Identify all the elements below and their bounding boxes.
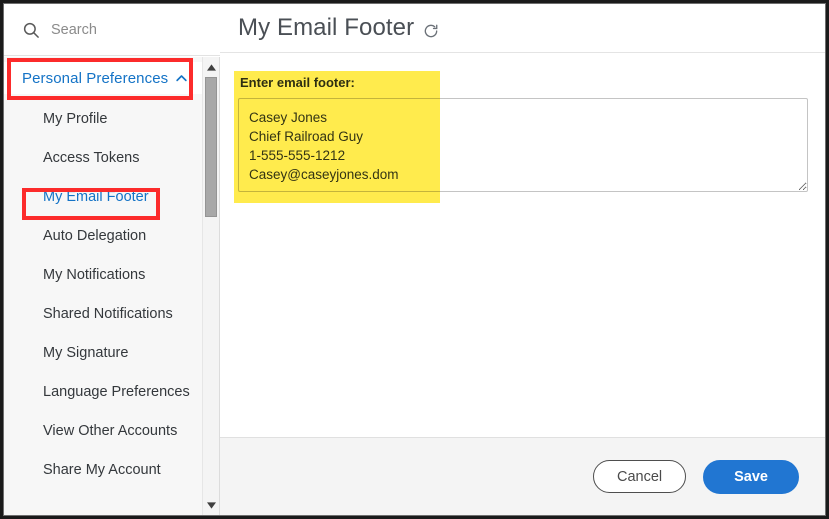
sidebar-scrollbar[interactable] (202, 57, 219, 515)
sidebar-item-label: My Notifications (43, 266, 146, 283)
sidebar-item-label: Shared Notifications (43, 305, 173, 322)
email-footer-textarea[interactable] (238, 98, 808, 192)
sidebar-item-label: Share My Account (43, 461, 161, 478)
sidebar-item-label: My Email Footer (43, 188, 149, 205)
sidebar-item-list: My Profile Access Tokens My Email Footer… (4, 99, 202, 489)
nav-scroll-area: Personal Preferences My Profile Access T… (4, 57, 202, 515)
sidebar-item-label: My Signature (43, 344, 129, 361)
sidebar-item-auto-delegation[interactable]: Auto Delegation (4, 216, 202, 255)
sidebar-item-access-tokens[interactable]: Access Tokens (4, 138, 202, 177)
chevron-up-icon[interactable] (174, 71, 189, 86)
search-bar[interactable] (4, 4, 220, 56)
sidebar-item-my-notifications[interactable]: My Notifications (4, 255, 202, 294)
sidebar-item-view-other-accounts[interactable]: View Other Accounts (4, 411, 202, 450)
caret-down-icon (206, 501, 216, 509)
sidebar-item-label: Auto Delegation (43, 227, 147, 244)
refresh-icon[interactable] (423, 23, 439, 39)
page-title: My Email Footer (238, 14, 415, 41)
caret-up-icon (206, 63, 216, 71)
main-content: My Email Footer Enter email footer: Canc… (220, 4, 825, 515)
sidebar-item-my-profile[interactable]: My Profile (4, 99, 202, 138)
cancel-button[interactable]: Cancel (592, 460, 687, 493)
action-bar: Cancel Save (220, 437, 825, 515)
sidebar-item-label: My Profile (43, 110, 108, 127)
scrollbar-down-button[interactable] (203, 497, 219, 513)
content-header: My Email Footer (220, 4, 825, 53)
sidebar-item-my-signature[interactable]: My Signature (4, 333, 202, 372)
scrollbar-up-button[interactable] (203, 59, 219, 75)
sidebar-item-shared-notifications[interactable]: Shared Notifications (4, 294, 202, 333)
screenshot-root: Personal Preferences My Profile Access T… (0, 0, 829, 519)
sidebar-item-label: View Other Accounts (43, 422, 178, 439)
sidebar-item-label: Language Preferences (43, 383, 190, 400)
save-button[interactable]: Save (703, 459, 799, 494)
navigation-panel: Personal Preferences My Profile Access T… (4, 57, 220, 515)
sidebar-item-language-preferences[interactable]: Language Preferences (4, 372, 202, 411)
search-input[interactable] (51, 21, 201, 38)
search-icon (23, 22, 39, 38)
sidebar-item-share-my-account[interactable]: Share My Account (4, 450, 202, 489)
sidebar-group-label: Personal Preferences (22, 69, 169, 87)
scrollbar-thumb[interactable] (205, 77, 217, 217)
email-footer-label: Enter email footer: (240, 75, 355, 90)
sidebar-group-personal-preferences[interactable]: Personal Preferences (4, 62, 202, 94)
sidebar-item-label: Access Tokens (43, 149, 140, 166)
email-footer-form: Enter email footer: (220, 53, 825, 435)
sidebar: Personal Preferences My Profile Access T… (4, 4, 220, 515)
sidebar-item-my-email-footer[interactable]: My Email Footer (4, 177, 202, 216)
